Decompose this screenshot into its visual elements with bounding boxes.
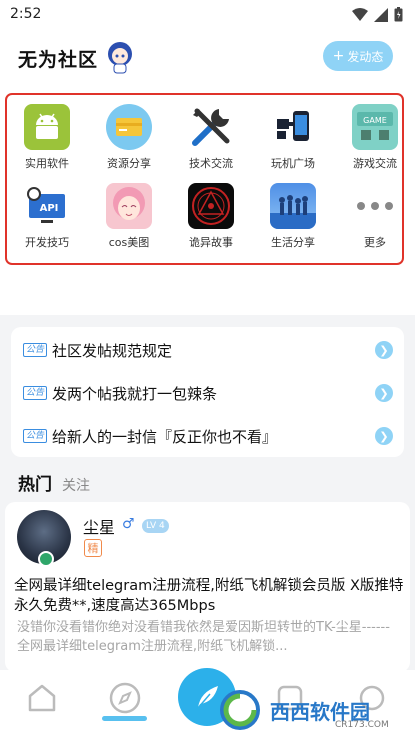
post-title[interactable]: 全网最详细telegram注册流程,附纸飞机解锁会员版 X版推特 永久免费**,… [14,576,406,616]
battery-icon [394,7,403,22]
notice-card: 公告 社区发帖规范规定 ❯ 公告 发两个帖我就打一包辣条 ❯ 公告 给新人的一封… [11,327,404,457]
mascot-avatar-icon [108,42,132,74]
male-gender-icon: ♂ [122,516,135,532]
level-badge: LV 4 [142,519,169,533]
category-label: 诡异故事 [189,236,233,249]
category-label: 实用软件 [25,157,69,170]
status-icons [352,7,403,22]
watermark-subtext: CR173.COM [335,720,389,730]
notice-tag: 公告 [23,429,48,443]
bottom-nav: 西西软件园 CR173.COM [0,668,415,738]
category-section: 实用软件 资源分享 技术交流 玩机广场 GAME 游戏交流 API 开发技巧 c… [0,85,415,315]
category-item-more[interactable]: 更多 [342,183,408,250]
anime-girl-icon [106,183,152,229]
notice-tag: 公告 [23,386,48,400]
category-item-life[interactable]: 生活分享 [260,183,326,250]
occult-seal-icon [188,183,234,229]
phone-icon [270,104,316,150]
notice-item[interactable]: 公告 给新人的一封信『反正你也不看』 ❯ [23,421,393,451]
category-grid: 实用软件 资源分享 技术交流 玩机广场 GAME 游戏交流 API 开发技巧 c… [14,104,404,250]
post-status-label: 发动态 [347,49,384,64]
page-title: 无为社区 [18,49,99,71]
notice-text: 社区发帖规范规定 [52,341,173,360]
chevron-right-icon: ❯ [375,384,393,402]
notice-item[interactable]: 公告 社区发帖规范规定 ❯ [23,335,393,365]
category-item-games[interactable]: GAME 游戏交流 [342,104,408,171]
feed-tabs: 热门 关注 [18,470,90,495]
life-photo-icon [270,183,316,229]
home-icon [28,684,56,712]
tab-hot[interactable]: 热门 [18,470,52,495]
game-icon: GAME [352,104,398,150]
wifi-icon [352,7,368,21]
nav-discover[interactable] [105,678,145,718]
more-icon [352,183,398,229]
svg-text:GAME: GAME [363,116,387,125]
chevron-right-icon: ❯ [375,341,393,359]
post-status-button[interactable]: + 发动态 [323,41,393,71]
notice-item[interactable]: 公告 发两个帖我就打一包辣条 ❯ [23,378,393,408]
android-icon [24,104,70,150]
nav-home[interactable] [22,678,62,718]
post-excerpt[interactable]: 没错你没看错你绝对没看错我依然是爱因斯坦转世的TK-尘星------全网最详细t… [17,618,397,656]
notice-tag: 公告 [23,343,48,357]
tools-icon [188,104,234,150]
chevron-right-icon: ❯ [375,427,393,445]
category-item-stories[interactable]: 诡异故事 [178,183,244,250]
category-item-dev[interactable]: API 开发技巧 [14,183,80,250]
folder-icon [106,104,152,150]
status-time: 2:52 [10,6,42,22]
compass-icon [109,682,141,714]
svg-text:API: API [40,203,59,214]
category-label: 玩机广场 [271,157,315,170]
category-label: 开发技巧 [25,236,69,249]
essence-badge: 精 [84,539,102,557]
category-label: 更多 [364,236,386,249]
category-label: 游戏交流 [353,157,397,170]
api-icon: API [24,183,70,229]
notice-text: 给新人的一封信『反正你也不看』 [52,427,278,446]
verified-badge-icon [38,551,54,567]
category-item-cos[interactable]: cos美图 [96,183,162,250]
post-card[interactable]: 尘星 ♂ LV 4 精 全网最详细telegram注册流程,附纸飞机解锁会员版 … [5,502,410,672]
signal-icon [374,7,388,22]
category-label: cos美图 [108,236,150,249]
category-item-tech[interactable]: 技术交流 [178,104,244,171]
plus-icon: + [332,48,345,64]
category-item-phone[interactable]: 玩机广场 [260,104,326,171]
category-label: 技术交流 [189,157,233,170]
notice-text: 发两个帖我就打一包辣条 [52,384,218,403]
nav-active-indicator [102,716,147,721]
category-item-resources[interactable]: 资源分享 [96,104,162,171]
category-label: 资源分享 [107,157,151,170]
category-label: 生活分享 [271,236,315,249]
username[interactable]: 尘星 [83,514,115,538]
app-header: 无为社区 + 发动态 [0,30,415,85]
tab-follow[interactable]: 关注 [62,475,90,495]
category-item-software[interactable]: 实用软件 [14,104,80,171]
status-bar: 2:52 [0,0,415,30]
